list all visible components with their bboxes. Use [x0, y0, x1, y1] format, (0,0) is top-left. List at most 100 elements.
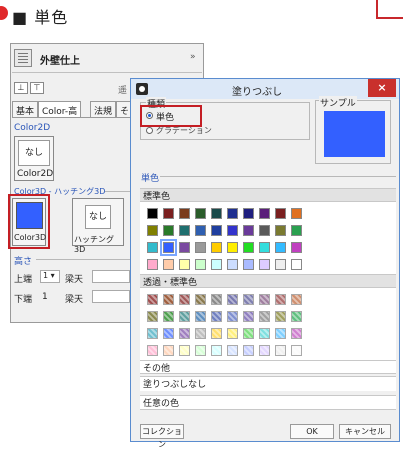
color-swatch-1-4[interactable]: [211, 225, 222, 236]
color-swatch-2-5[interactable]: [227, 242, 238, 253]
color-swatch-1-8[interactable]: [275, 225, 286, 236]
align-up-icon[interactable]: ⊥: [14, 82, 28, 94]
tab-regulation[interactable]: 法規: [90, 101, 117, 117]
transparent-swatch-1-0[interactable]: [147, 311, 158, 322]
color2d-button[interactable]: なし Color2D: [14, 136, 54, 181]
color-swatch-2-1[interactable]: [160, 239, 177, 256]
color-swatch-1-6[interactable]: [243, 225, 254, 236]
color-swatch-0-3[interactable]: [195, 208, 206, 219]
transparent-swatch-2-9[interactable]: [291, 328, 302, 339]
color-swatch-3-6[interactable]: [243, 259, 254, 270]
color-swatch-0-1[interactable]: [163, 208, 174, 219]
cancel-button[interactable]: キャンセル: [339, 424, 391, 439]
transparent-swatch-3-0[interactable]: [147, 345, 158, 356]
transparent-swatch-0-3[interactable]: [195, 294, 206, 305]
color-swatch-1-5[interactable]: [227, 225, 238, 236]
transparent-swatch-2-5[interactable]: [227, 328, 238, 339]
color-swatch-0-6[interactable]: [243, 208, 254, 219]
color-swatch-2-2[interactable]: [179, 242, 190, 253]
upper-level-select[interactable]: 1 ▾: [40, 270, 60, 283]
lower-offset-input[interactable]: [92, 290, 130, 303]
transparent-swatch-3-4[interactable]: [211, 345, 222, 356]
color-swatch-0-7[interactable]: [259, 208, 270, 219]
transparent-swatch-1-7[interactable]: [259, 311, 270, 322]
color-swatch-3-2[interactable]: [179, 259, 190, 270]
transparent-swatch-1-8[interactable]: [275, 311, 286, 322]
transparent-swatch-0-0[interactable]: [147, 294, 158, 305]
transparent-swatch-0-8[interactable]: [275, 294, 286, 305]
transparent-swatch-2-6[interactable]: [243, 328, 254, 339]
transparent-swatch-2-1[interactable]: [163, 328, 174, 339]
transparent-swatch-3-7[interactable]: [259, 345, 270, 356]
transparent-swatch-0-9[interactable]: [291, 294, 302, 305]
transparent-swatch-0-1[interactable]: [163, 294, 174, 305]
tab-basic[interactable]: 基本: [12, 101, 39, 117]
transparent-swatch-0-5[interactable]: [227, 294, 238, 305]
color-swatch-1-3[interactable]: [195, 225, 206, 236]
color-swatch-2-7[interactable]: [259, 242, 270, 253]
transparent-swatch-0-7[interactable]: [259, 294, 270, 305]
color-swatch-3-7[interactable]: [259, 259, 270, 270]
color-swatch-2-9[interactable]: [291, 242, 302, 253]
transparent-swatch-2-2[interactable]: [179, 328, 190, 339]
color-swatch-3-0[interactable]: [147, 259, 158, 270]
color-swatch-1-7[interactable]: [259, 225, 270, 236]
transparent-swatch-2-3[interactable]: [195, 328, 206, 339]
transparent-swatch-3-2[interactable]: [179, 345, 190, 356]
transparent-swatch-0-2[interactable]: [179, 294, 190, 305]
transparent-swatch-2-0[interactable]: [147, 328, 158, 339]
transparent-swatch-1-5[interactable]: [227, 311, 238, 322]
transparent-swatch-3-3[interactable]: [195, 345, 206, 356]
radio-gradation[interactable]: [146, 127, 153, 134]
close-button[interactable]: ×: [368, 79, 396, 97]
color-swatch-3-9[interactable]: [291, 259, 302, 270]
color-swatch-0-9[interactable]: [291, 208, 302, 219]
transparent-swatch-1-2[interactable]: [179, 311, 190, 322]
transparent-swatch-1-1[interactable]: [163, 311, 174, 322]
transparent-swatch-0-6[interactable]: [243, 294, 254, 305]
transparent-swatch-0-4[interactable]: [211, 294, 222, 305]
transparent-swatch-3-6[interactable]: [243, 345, 254, 356]
collapse-chevron-icon[interactable]: »: [190, 52, 196, 62]
color-swatch-0-2[interactable]: [179, 208, 190, 219]
color-swatch-2-8[interactable]: [275, 242, 286, 253]
radio-single-color[interactable]: [146, 112, 153, 119]
transparent-swatch-1-3[interactable]: [195, 311, 206, 322]
color-swatch-0-4[interactable]: [211, 208, 222, 219]
transparent-swatch-3-1[interactable]: [163, 345, 174, 356]
color-swatch-0-5[interactable]: [227, 208, 238, 219]
transparent-swatch-2-8[interactable]: [275, 328, 286, 339]
color-swatch-1-0[interactable]: [147, 225, 158, 236]
color-swatch-2-0[interactable]: [147, 242, 158, 253]
align-down-icon[interactable]: ⊤: [30, 82, 44, 94]
no-fill-option[interactable]: 塗りつぶしなし: [140, 376, 396, 391]
transparent-swatch-1-9[interactable]: [291, 311, 302, 322]
color-swatch-3-5[interactable]: [227, 259, 238, 270]
color-swatch-1-2[interactable]: [179, 225, 190, 236]
color-swatch-2-6[interactable]: [243, 242, 254, 253]
color-swatch-2-4[interactable]: [211, 242, 222, 253]
color-swatch-3-3[interactable]: [195, 259, 206, 270]
color-swatch-3-4[interactable]: [211, 259, 222, 270]
custom-color-option[interactable]: 任意の色: [140, 395, 396, 410]
collection-button[interactable]: コレクション: [140, 424, 184, 449]
hatch3d-button[interactable]: なし ハッチング3D: [72, 198, 124, 254]
color-swatch-3-1[interactable]: [163, 259, 174, 270]
color-swatch-1-1[interactable]: [163, 225, 174, 236]
color-swatch-3-8[interactable]: [275, 259, 286, 270]
color3d-button[interactable]: Color3D: [12, 198, 46, 246]
transparent-swatch-3-5[interactable]: [227, 345, 238, 356]
color-swatch-0-0[interactable]: [147, 208, 158, 219]
transparent-swatch-2-7[interactable]: [259, 328, 270, 339]
color-swatch-2-3[interactable]: [195, 242, 206, 253]
ok-button[interactable]: OK: [290, 424, 334, 439]
transparent-swatch-3-9[interactable]: [291, 345, 302, 356]
upper-offset-input[interactable]: [92, 270, 130, 283]
color-swatch-1-9[interactable]: [291, 225, 302, 236]
color-swatch-0-8[interactable]: [275, 208, 286, 219]
transparent-swatch-3-8[interactable]: [275, 345, 286, 356]
transparent-swatch-2-4[interactable]: [211, 328, 222, 339]
tab-color-high[interactable]: Color-高: [38, 101, 82, 117]
transparent-swatch-1-6[interactable]: [243, 311, 254, 322]
transparent-swatch-1-4[interactable]: [211, 311, 222, 322]
